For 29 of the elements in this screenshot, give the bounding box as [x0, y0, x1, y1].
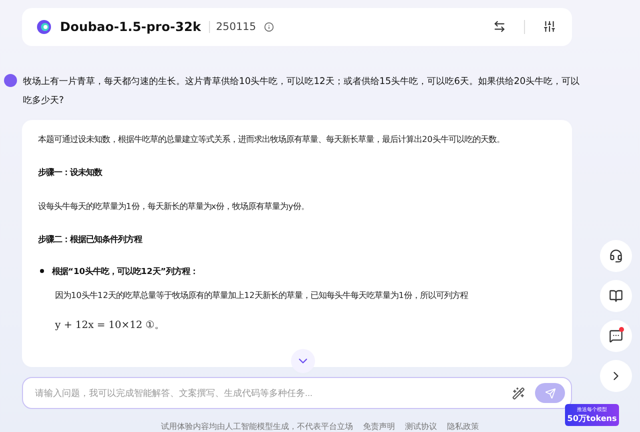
book-icon — [609, 289, 623, 303]
footer-link[interactable]: 隐私政策 — [447, 421, 479, 432]
headset-icon — [609, 249, 623, 263]
equation: y + 12x = 10×12 ①。 — [55, 318, 166, 332]
model-version: 250115 — [208, 20, 256, 33]
answer-paragraph: 因为10头牛12天的吃草总量等于牧场原有的草量加上12天新长的草量，已知每头牛每天吃草量为1份，所以可列方程 — [55, 290, 470, 301]
step-heading: 步骤二：根据已知条件列方程 — [38, 234, 144, 245]
headset-button[interactable] — [600, 240, 632, 272]
footer-link[interactable]: 免责声明 — [363, 421, 395, 432]
bullet-text: 根据“10头牛吃，可以吃12天”列方程： — [52, 266, 198, 277]
user-avatar — [4, 74, 17, 87]
answer-paragraph: 本题可通过设未知数，根据牛吃草的总量建立等式关系，进而求出牧场原有草量、每天新长草量，最后计算出20头牛可以吃的天数。 — [38, 132, 506, 146]
step-heading: 步骤一：设未知数 — [38, 166, 104, 178]
chat-input[interactable]: 请输入问题，我可以完成智能解答、文案撰写、生成代码等多种任务... — [22, 377, 572, 409]
send-icon — [544, 388, 556, 399]
info-icon[interactable] — [264, 22, 274, 32]
book-button[interactable] — [600, 280, 632, 312]
logo-icon — [36, 18, 52, 35]
model-name: Doubao-1.5-pro-32k — [60, 19, 201, 34]
footer-link[interactable]: 测试协议 — [405, 421, 437, 432]
chat-icon — [609, 329, 623, 343]
scroll-down-button[interactable] — [291, 349, 315, 373]
magic-wand-icon[interactable] — [512, 386, 525, 400]
bullet-dot — [40, 269, 44, 274]
feedback-button[interactable] — [600, 320, 632, 352]
answer-paragraph: 设每头牛每天的吃草量为1份，每天新长的草量为x份，牧场原有草量为y份。 — [38, 200, 310, 213]
disclaimer-text: 试用体验内容均由人工智能模型生成，不代表平台立场 — [161, 421, 353, 432]
question-text: 牧场上有一片青草，每天都匀速的生长。这片青草供给10头牛吃，可以吃12天；或者供给15头牛吃，可以吃6天。如果供给20头牛吃，可以吃多少天? — [23, 74, 580, 108]
question-input[interactable]: 请输入问题，我可以完成智能解答、文案撰写、生成代码等多种任务... — [33, 387, 502, 400]
